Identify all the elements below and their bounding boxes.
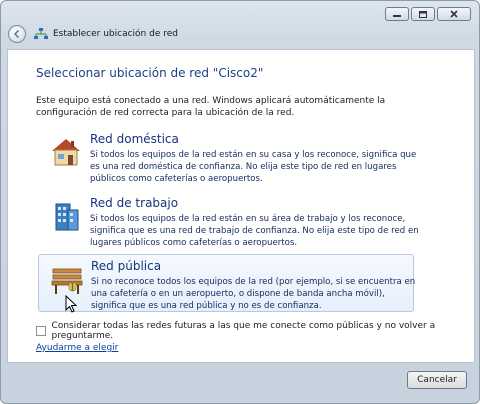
minimize-button[interactable] <box>385 7 409 21</box>
close-icon <box>450 10 458 18</box>
close-button[interactable] <box>437 7 471 21</box>
option-home-network[interactable]: Red doméstica Si todos los equipos de la… <box>38 128 416 186</box>
minimize-icon <box>393 15 401 17</box>
option-public-network[interactable]: Red pública Si no reconoce todos los equ… <box>38 254 415 312</box>
intro-text: Este equipo está conectado a una red. Wi… <box>36 96 386 118</box>
option-description: Si todos los equipos de la red están en … <box>90 214 419 248</box>
checkbox-label: Considerar todas las redes futuras a las… <box>51 321 436 341</box>
back-button[interactable] <box>8 25 26 43</box>
option-description: Si no reconoce todos los equipos de la r… <box>91 277 416 311</box>
option-work-network[interactable]: Red de trabajo Si todos los equipos de l… <box>38 192 419 250</box>
network-icon <box>34 28 48 39</box>
page-heading: Seleccionar ubicación de red "Cisco2" <box>36 66 264 80</box>
option-title: Red de trabajo <box>90 196 179 210</box>
back-arrow-icon <box>13 29 20 39</box>
option-description: Si todos los equipos de la red están en … <box>90 150 417 184</box>
main-panel: Seleccionar ubicación de red "Cisco2" Es… <box>7 49 475 363</box>
title-bar: Establecer ubicación de red <box>1 1 479 49</box>
public-networks-checkbox[interactable] <box>36 326 46 336</box>
cancel-button[interactable]: Cancelar <box>407 371 467 389</box>
window-controls <box>383 7 471 21</box>
park-bench-icon <box>51 268 83 294</box>
public-networks-checkbox-row[interactable]: Considerar todas las redes futuras a las… <box>36 321 474 341</box>
option-title: Red doméstica <box>90 132 179 146</box>
mouse-pointer-icon <box>65 295 77 313</box>
option-title: Red pública <box>91 259 162 273</box>
dialog-window: Establecer ubicación de red Seleccionar … <box>0 0 480 404</box>
maximize-icon <box>419 10 427 18</box>
help-link[interactable]: Ayudarme a elegir <box>36 343 118 353</box>
house-icon <box>52 139 80 166</box>
office-building-icon <box>55 203 79 231</box>
maximize-button[interactable] <box>411 7 435 21</box>
window-title: Establecer ubicación de red <box>53 29 178 39</box>
